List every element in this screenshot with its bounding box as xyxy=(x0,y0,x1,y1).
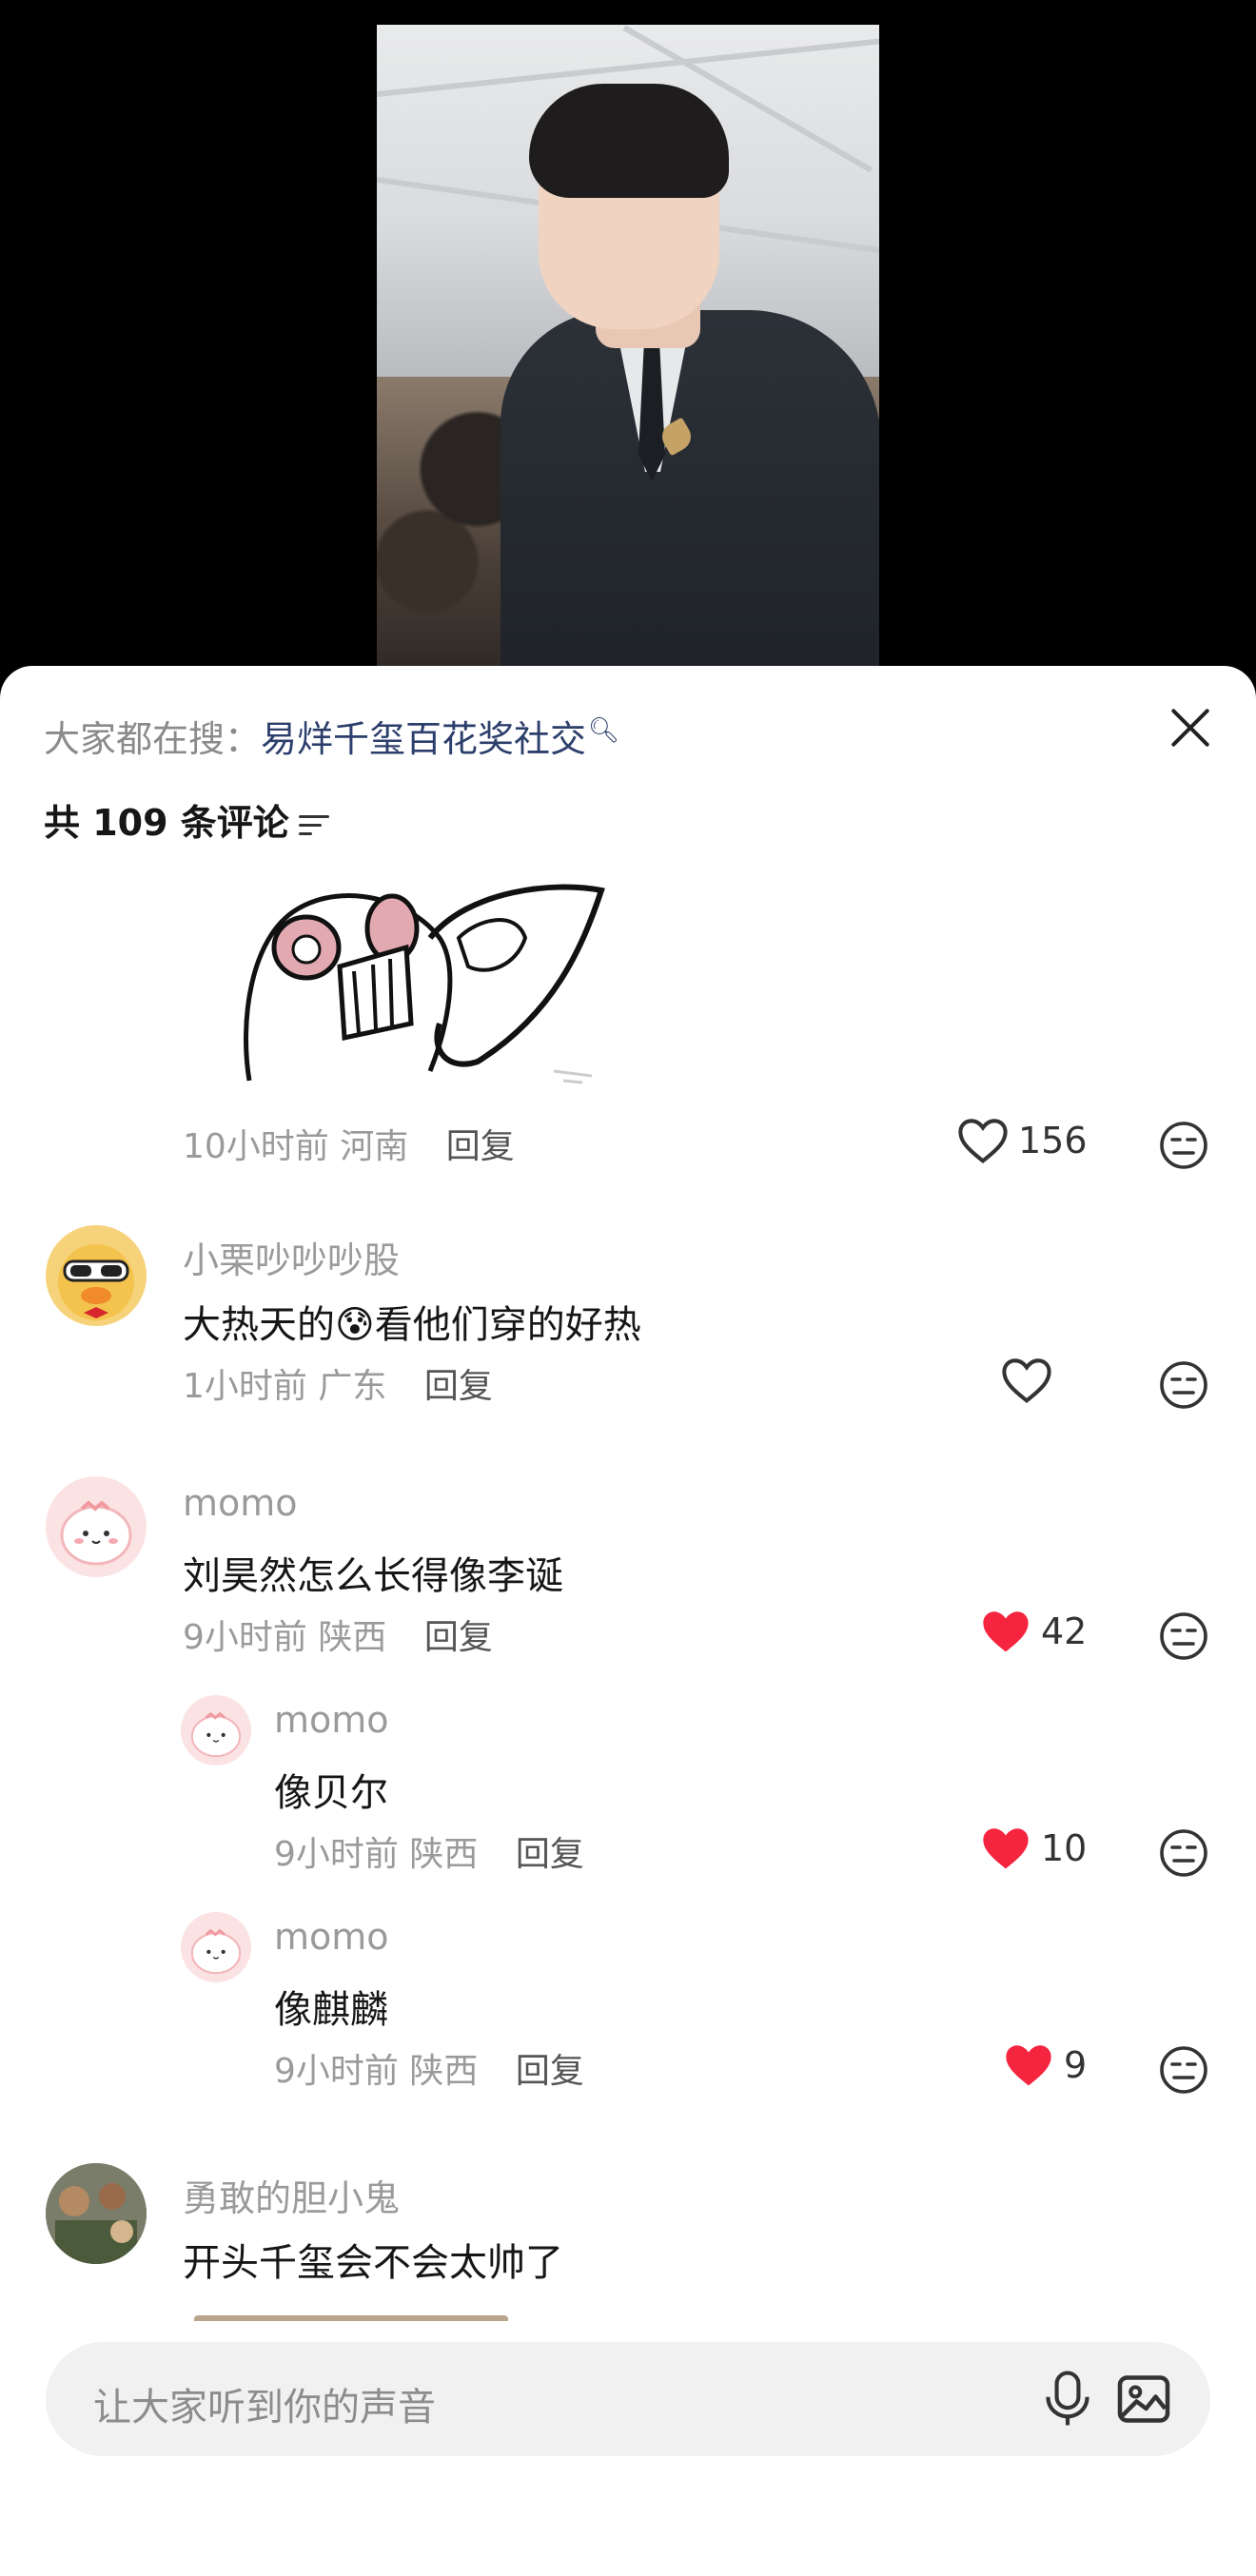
image-icon[interactable] xyxy=(1115,2371,1172,2428)
reply-time: 9小时前 xyxy=(274,1835,399,1874)
comment-location: 河南 xyxy=(340,1127,409,1166)
image-preview-edge xyxy=(194,2315,508,2321)
comment-location: 广东 xyxy=(318,1367,387,1406)
comment-text: 大热天的😰看他们穿的好热 xyxy=(183,1294,641,1349)
comment-text: 开头千玺会不会太帅了 xyxy=(183,2241,563,2285)
reply-button[interactable]: 回复 xyxy=(516,1835,584,1874)
avatar[interactable] xyxy=(181,1695,251,1766)
heart-filled-icon xyxy=(983,1828,1029,1869)
reply-button[interactable]: 回复 xyxy=(424,1618,493,1657)
reply-button[interactable]: 回复 xyxy=(424,1367,493,1406)
like-button[interactable]: 42 xyxy=(980,1608,1087,1655)
reply-author[interactable]: momo xyxy=(274,1699,389,1741)
video-player[interactable] xyxy=(0,0,1256,685)
comment-time: 9小时前 xyxy=(183,1618,307,1657)
comment-text-part: 大热天的 xyxy=(183,1303,335,1347)
dislike-face-icon[interactable] xyxy=(1159,1828,1208,1878)
dislike-face-icon[interactable] xyxy=(1159,1121,1208,1170)
reply-author[interactable]: momo xyxy=(274,1916,389,1958)
comment-author[interactable]: momo xyxy=(183,1482,298,1524)
like-button[interactable]: 10 xyxy=(980,1825,1087,1872)
avatar[interactable] xyxy=(46,2163,147,2264)
sticker-image[interactable] xyxy=(240,881,630,1100)
like-count: 9 xyxy=(1064,2044,1088,2086)
comment-meta: 9小时前 陕西 回复 xyxy=(183,1610,493,1659)
video-frame xyxy=(377,25,879,685)
comment-author[interactable]: 小栗吵吵吵股 xyxy=(183,1231,400,1283)
crying-face-emoji: 😰 xyxy=(335,1303,375,1347)
like-count: 10 xyxy=(1041,1827,1088,1869)
like-button[interactable]: 9 xyxy=(1003,2041,1087,2089)
comment-text: 刘昊然怎么长得像李诞 xyxy=(183,1554,563,1598)
like-count: 42 xyxy=(1041,1610,1088,1652)
like-button[interactable]: 156 xyxy=(957,1117,1088,1164)
heart-filled-icon xyxy=(983,1611,1029,1652)
heart-outline-icon xyxy=(958,1119,1008,1163)
dislike-face-icon[interactable] xyxy=(1159,1360,1208,1410)
avatar[interactable] xyxy=(46,1476,147,1577)
like-button[interactable] xyxy=(1001,1356,1052,1404)
dislike-face-icon[interactable] xyxy=(1159,2045,1208,2095)
comment-meta: 1小时前 广东 回复 xyxy=(183,1358,493,1408)
comment-time: 10小时前 xyxy=(183,1127,329,1166)
comment-input-placeholder: 让大家听到你的声音 xyxy=(93,2386,436,2430)
microphone-icon[interactable] xyxy=(1041,2369,1094,2430)
avatar[interactable] xyxy=(181,1912,251,1982)
reply-time: 9小时前 xyxy=(274,2052,399,2091)
reply-text: 像贝尔 xyxy=(274,1771,388,1815)
dislike-face-icon[interactable] xyxy=(1159,1611,1208,1661)
reply-meta: 9小时前 陕西 回复 xyxy=(274,1826,584,1876)
comments-sheet: 大家都在搜：易烊千玺百花奖社交🔍︎ 共 109 条评论 10小时前 河南 回复 … xyxy=(0,666,1256,2576)
comment-author[interactable]: 勇敢的胆小鬼 xyxy=(183,2169,400,2221)
heart-outline-icon xyxy=(1002,1358,1051,1403)
reply-location: 陕西 xyxy=(409,1835,479,1874)
reply-text: 像麒麟 xyxy=(274,1988,388,2032)
comment-list: 10小时前 河南 回复 156 小栗吵吵吵股 大热天的😰看他们穿的好热 1小时前… xyxy=(0,666,1256,2321)
avatar[interactable] xyxy=(46,1225,147,1326)
comment-meta: 10小时前 河南 回复 xyxy=(183,1119,515,1168)
reply-button[interactable]: 回复 xyxy=(446,1127,515,1166)
like-count: 156 xyxy=(1018,1120,1088,1161)
comment-location: 陕西 xyxy=(318,1618,387,1657)
reply-meta: 9小时前 陕西 回复 xyxy=(274,2043,584,2093)
heart-filled-icon xyxy=(1006,2045,1051,2086)
comment-input[interactable]: 让大家听到你的声音 xyxy=(46,2342,1210,2456)
comment-time: 1小时前 xyxy=(183,1367,307,1406)
comment-text-part: 看他们穿的好热 xyxy=(374,1303,641,1347)
reply-button[interactable]: 回复 xyxy=(516,2052,584,2091)
reply-location: 陕西 xyxy=(409,2052,479,2091)
